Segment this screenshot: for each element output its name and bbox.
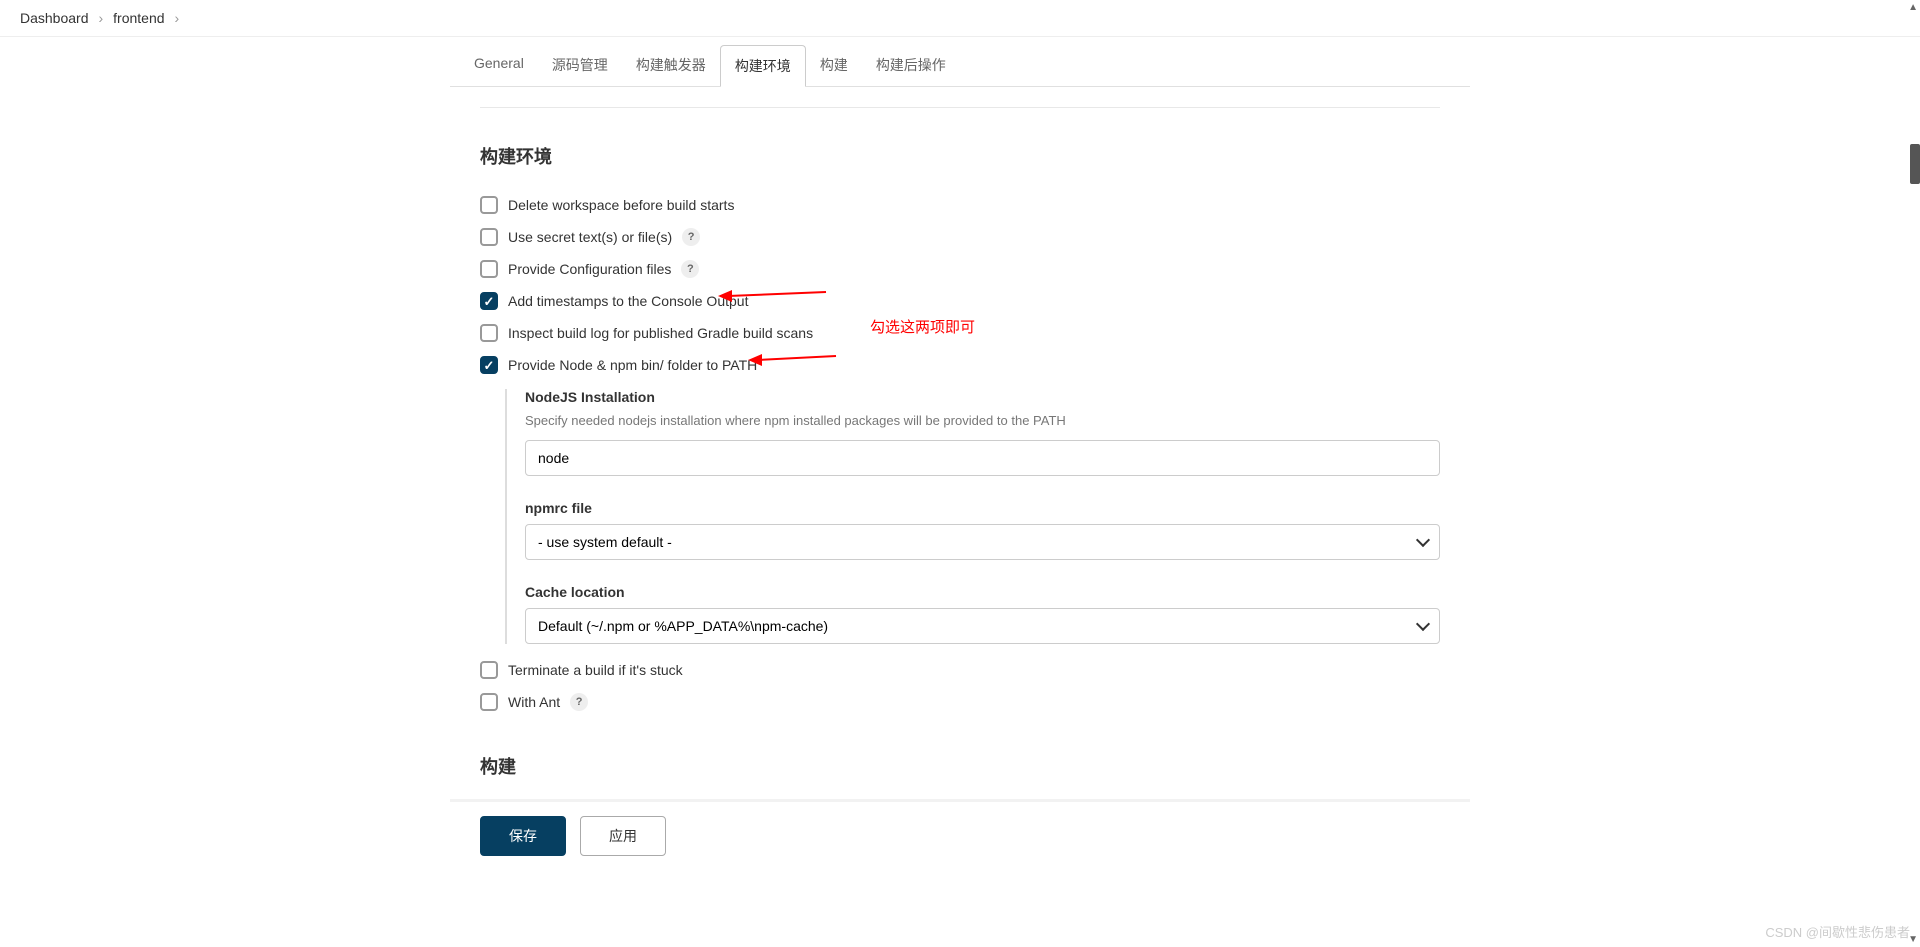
select-cache-location[interactable]: Default (~/.npm or %APP_DATA%\npm-cache) xyxy=(525,608,1440,644)
scroll-down-icon[interactable]: ▼ xyxy=(1908,934,1918,945)
divider xyxy=(480,107,1440,108)
checkbox-add-timestamps[interactable] xyxy=(480,292,498,310)
tab-triggers[interactable]: 构建触发器 xyxy=(622,45,720,86)
tab-general[interactable]: General xyxy=(460,45,538,86)
config-tabs: General 源码管理 构建触发器 构建环境 构建 构建后操作 xyxy=(450,45,1470,87)
checkbox-inspect-gradle[interactable] xyxy=(480,324,498,342)
tab-scm[interactable]: 源码管理 xyxy=(538,45,622,86)
help-icon[interactable]: ? xyxy=(681,260,699,278)
label-terminate-stuck: Terminate a build if it's stuck xyxy=(508,662,683,678)
scrollbar-thumb[interactable] xyxy=(1910,144,1920,184)
apply-button[interactable]: 应用 xyxy=(580,816,666,856)
field-label-npmrc: npmrc file xyxy=(525,500,1440,516)
annotation-arrow-icon xyxy=(718,287,828,305)
field-desc-nodejs-install: Specify needed nodejs installation where… xyxy=(525,413,1440,428)
field-label-cache-location: Cache location xyxy=(525,584,1440,600)
help-icon[interactable]: ? xyxy=(682,228,700,246)
breadcrumb-project[interactable]: frontend xyxy=(113,10,164,26)
config-panel: General 源码管理 构建触发器 构建环境 构建 构建后操作 构建环境 De… xyxy=(450,37,1470,876)
chevron-right-icon: › xyxy=(99,10,104,26)
breadcrumb: Dashboard › frontend › xyxy=(0,0,1920,37)
tab-post-build[interactable]: 构建后操作 xyxy=(862,45,960,86)
help-icon[interactable]: ? xyxy=(570,693,588,711)
annotation-arrow-icon xyxy=(748,352,838,368)
label-provide-node: Provide Node & npm bin/ folder to PATH xyxy=(508,357,757,373)
field-label-nodejs-install: NodeJS Installation xyxy=(525,389,1440,405)
checkbox-terminate-stuck[interactable] xyxy=(480,661,498,679)
label-delete-workspace: Delete workspace before build starts xyxy=(508,197,734,213)
label-with-ant: With Ant xyxy=(508,694,560,710)
checkbox-delete-workspace[interactable] xyxy=(480,196,498,214)
select-nodejs-installation[interactable]: node xyxy=(525,440,1440,476)
checkbox-use-secret[interactable] xyxy=(480,228,498,246)
annotation-text: 勾选这两项即可 xyxy=(870,316,975,337)
section-title-build: 构建 xyxy=(480,753,1440,779)
scroll-up-icon[interactable]: ▲ xyxy=(1908,2,1918,13)
watermark: CSDN @间歇性悲伤患者 xyxy=(1765,922,1910,941)
save-button[interactable]: 保存 xyxy=(480,816,566,856)
label-use-secret: Use secret text(s) or file(s) xyxy=(508,229,672,245)
checkbox-with-ant[interactable] xyxy=(480,693,498,711)
section-title-env: 构建环境 xyxy=(480,143,1440,169)
checkbox-provide-node[interactable] xyxy=(480,356,498,374)
label-add-timestamps: Add timestamps to the Console Output xyxy=(508,293,748,309)
label-provide-config: Provide Configuration files xyxy=(508,261,671,277)
select-npmrc-file[interactable]: - use system default - xyxy=(525,524,1440,560)
checkbox-provide-config[interactable] xyxy=(480,260,498,278)
nodejs-subsection: NodeJS Installation Specify needed nodej… xyxy=(505,389,1440,644)
breadcrumb-dashboard[interactable]: Dashboard xyxy=(20,10,89,26)
tab-build[interactable]: 构建 xyxy=(806,45,862,86)
tab-build-env[interactable]: 构建环境 xyxy=(720,45,806,87)
chevron-right-icon: › xyxy=(175,10,180,26)
label-inspect-gradle: Inspect build log for published Gradle b… xyxy=(508,325,813,341)
